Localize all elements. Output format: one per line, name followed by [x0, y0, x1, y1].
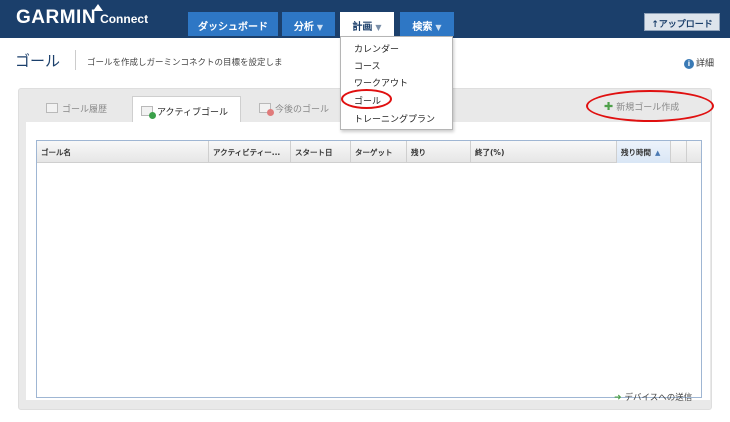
- menu-item-workouts[interactable]: ワークアウト: [354, 76, 408, 89]
- upcoming-goal-icon: [259, 103, 274, 116]
- nav-analysis[interactable]: 分析 ▼: [282, 12, 335, 36]
- menu-item-calendar[interactable]: カレンダー: [354, 42, 399, 55]
- goals-table: ゴール名 アクティビティー... スタート日 ターゲット 残り 終了(%) 残り…: [36, 140, 702, 398]
- detail-link[interactable]: i 詳細: [684, 56, 714, 69]
- title-divider: [75, 50, 76, 70]
- nav-search[interactable]: 検索 ▼: [400, 12, 454, 36]
- column-time-remaining[interactable]: 残り時間 ▲: [617, 141, 671, 163]
- column-empty-2: [687, 141, 701, 163]
- send-arrow-icon: ➜: [614, 393, 622, 403]
- goal-history-icon: [46, 103, 58, 113]
- upload-button[interactable]: ↑アップロード: [644, 13, 720, 31]
- tab-active-goals[interactable]: アクティブゴール: [132, 96, 241, 123]
- column-empty-1: [671, 141, 687, 163]
- chevron-down-icon: ▼: [435, 23, 442, 32]
- nav-plan[interactable]: 計画 ▼: [340, 12, 394, 36]
- plan-dropdown-menu: カレンダー コース ワークアウト ゴール トレーニングプラン: [340, 36, 453, 130]
- menu-item-goals[interactable]: ゴール: [354, 94, 381, 107]
- garmin-connect-logo[interactable]: GARMIN Connect: [16, 7, 148, 29]
- menu-item-training-plans[interactable]: トレーニングプラン: [354, 112, 435, 125]
- column-activity[interactable]: アクティビティー...: [209, 141, 291, 163]
- plus-icon: ✚: [604, 100, 614, 113]
- column-goal-name[interactable]: ゴール名: [37, 141, 209, 163]
- active-goal-icon: [141, 106, 156, 119]
- chevron-down-icon: ▼: [375, 23, 382, 32]
- column-completed-percent[interactable]: 終了(%): [471, 141, 617, 163]
- sort-ascending-icon: ▲: [655, 149, 661, 157]
- column-start-date[interactable]: スタート日: [291, 141, 351, 163]
- new-goal-button[interactable]: ✚ 新規ゴール作成: [604, 100, 679, 113]
- page-description: ゴールを作成しガーミンコネクトの目標を設定しま: [87, 58, 283, 68]
- top-navigation-bar: GARMIN Connect ダッシュボード 分析 ▼ 計画 ▼ 検索 ▼ ↑アップロー…: [0, 0, 730, 38]
- tab-upcoming-goals[interactable]: 今後のゴール: [251, 94, 341, 120]
- column-target[interactable]: ターゲット: [351, 141, 407, 163]
- table-header: ゴール名 アクティビティー... スタート日 ターゲット 残り 終了(%) 残り…: [37, 141, 701, 163]
- nav-dashboard[interactable]: ダッシュボード: [188, 12, 278, 36]
- tab-goal-history[interactable]: ゴール履歴: [38, 94, 130, 120]
- info-icon: i: [684, 59, 694, 69]
- column-remaining[interactable]: 残り: [407, 141, 471, 163]
- chevron-down-icon: ▼: [316, 23, 324, 32]
- menu-item-courses[interactable]: コース: [354, 59, 381, 72]
- page-title: ゴール: [15, 52, 61, 70]
- send-to-device-button[interactable]: ➜ デバイスへの送信: [614, 391, 692, 403]
